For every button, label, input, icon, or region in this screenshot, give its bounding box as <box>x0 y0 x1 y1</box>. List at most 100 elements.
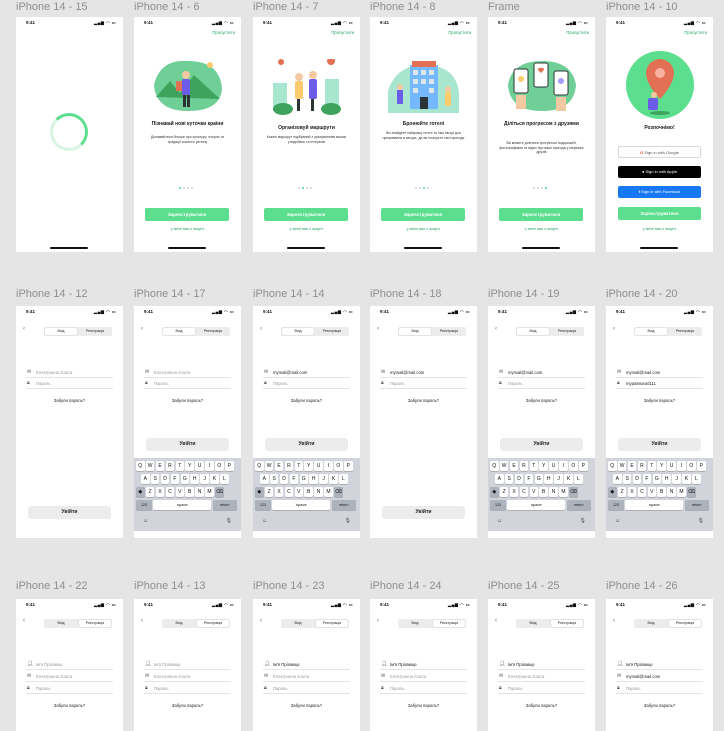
tab-login[interactable]: Вхід <box>163 620 195 627</box>
password-field[interactable]: 🔒︎ Пароль <box>498 684 585 694</box>
tab-register[interactable]: Реєстрація <box>79 620 111 627</box>
key[interactable]: G <box>652 474 662 484</box>
key[interactable]: P <box>344 461 353 471</box>
tab-login[interactable]: Вхід <box>399 328 431 335</box>
email-field[interactable]: ✉ mymail@mail.com <box>263 368 350 378</box>
back-chevron-icon[interactable]: ‹ <box>377 618 379 624</box>
back-chevron-icon[interactable]: ‹ <box>495 326 497 332</box>
key[interactable]: Z <box>499 487 509 497</box>
tab-register[interactable]: Реєстрація <box>433 328 465 335</box>
key[interactable]: T <box>647 461 657 471</box>
delete-key[interactable]: ⌫ <box>215 487 224 497</box>
forgot-password-link[interactable]: Забули пароль? <box>16 398 123 403</box>
key[interactable]: D <box>632 474 642 484</box>
key[interactable]: S <box>269 474 279 484</box>
login-button[interactable]: Увійти <box>500 438 583 451</box>
space-key[interactable]: space <box>272 500 331 510</box>
skip-link[interactable]: Пропустити <box>331 30 354 35</box>
back-chevron-icon[interactable]: ‹ <box>141 326 143 332</box>
key[interactable]: T <box>529 461 539 471</box>
key[interactable]: B <box>657 487 666 497</box>
key[interactable]: K <box>210 474 219 484</box>
skip-link[interactable]: Пропустити <box>448 30 471 35</box>
password-field[interactable]: 🔒︎ Пароль <box>263 684 350 694</box>
key[interactable]: X <box>155 487 165 497</box>
tab-login[interactable]: Вхід <box>282 620 314 627</box>
key[interactable]: G <box>299 474 309 484</box>
key[interactable]: Q <box>490 461 499 471</box>
forgot-password-link[interactable]: Забули пароль? <box>488 703 595 708</box>
key[interactable]: M <box>559 487 568 497</box>
key[interactable]: Z <box>145 487 155 497</box>
key[interactable]: Q <box>608 461 617 471</box>
key[interactable]: S <box>504 474 514 484</box>
key[interactable]: F <box>170 474 180 484</box>
back-chevron-icon[interactable]: ‹ <box>377 326 379 332</box>
forgot-password-link[interactable]: Забули пароль? <box>16 703 123 708</box>
key[interactable]: J <box>319 474 328 484</box>
key[interactable]: L <box>220 474 229 484</box>
numbers-key[interactable]: 123 <box>608 500 624 510</box>
key[interactable]: H <box>662 474 671 484</box>
have-account-link[interactable]: у мене вже є акаунт <box>606 227 713 231</box>
key[interactable]: W <box>499 461 509 471</box>
key[interactable]: H <box>309 474 318 484</box>
key[interactable]: D <box>279 474 289 484</box>
key[interactable]: Y <box>657 461 666 471</box>
forgot-password-link[interactable]: Забули пароль? <box>134 398 241 403</box>
return-key[interactable]: return <box>684 500 709 510</box>
back-chevron-icon[interactable]: ‹ <box>23 326 25 332</box>
login-button[interactable]: Увійти <box>265 438 348 451</box>
key[interactable]: D <box>514 474 524 484</box>
key[interactable]: A <box>613 474 622 484</box>
key[interactable]: E <box>627 461 637 471</box>
key[interactable]: Y <box>304 461 313 471</box>
password-field[interactable]: 🔒︎ Пароль <box>498 379 585 389</box>
key[interactable]: W <box>264 461 274 471</box>
shift-key[interactable]: ◆ <box>255 487 264 497</box>
signup-button[interactable]: Зареєструватися <box>499 208 583 221</box>
key[interactable]: K <box>682 474 691 484</box>
key[interactable]: V <box>529 487 539 497</box>
email-field[interactable]: ✉ Електронна пошта <box>144 368 231 378</box>
delete-key[interactable]: ⌫ <box>569 487 578 497</box>
password-field[interactable]: 🔒︎ Пароль <box>26 684 113 694</box>
key[interactable]: S <box>150 474 160 484</box>
key[interactable]: C <box>284 487 294 497</box>
delete-key[interactable]: ⌫ <box>687 487 696 497</box>
key[interactable]: A <box>260 474 269 484</box>
password-field[interactable]: 🔒︎ Пароль <box>616 684 703 694</box>
key[interactable]: P <box>697 461 706 471</box>
key[interactable]: W <box>145 461 155 471</box>
tab-register[interactable]: Реєстрація <box>79 328 111 335</box>
return-key[interactable]: return <box>331 500 356 510</box>
key[interactable]: Q <box>136 461 145 471</box>
emoji-icon[interactable]: ☺ <box>143 518 148 524</box>
email-field[interactable]: ✉ Електронна пошта <box>144 672 231 682</box>
key[interactable]: U <box>549 461 558 471</box>
email-field[interactable]: ✉ mymail@mail.com <box>498 368 585 378</box>
key[interactable]: C <box>519 487 529 497</box>
key[interactable]: O <box>687 461 696 471</box>
name-field[interactable]: 👤︎ Ім'я Прізвище <box>144 660 231 670</box>
name-field[interactable]: 👤︎ Ім'я Прізвище <box>26 660 113 670</box>
forgot-password-link[interactable]: Забули пароль? <box>134 703 241 708</box>
key[interactable]: P <box>579 461 588 471</box>
key[interactable]: D <box>160 474 170 484</box>
key[interactable]: M <box>324 487 333 497</box>
microphone-icon[interactable]: 🎙 <box>580 518 586 524</box>
password-field[interactable]: 🔒︎ mypassword111 <box>616 379 703 389</box>
back-chevron-icon[interactable]: ‹ <box>260 618 262 624</box>
return-key[interactable]: return <box>566 500 591 510</box>
numbers-key[interactable]: 123 <box>136 500 152 510</box>
key[interactable]: Q <box>255 461 264 471</box>
key[interactable]: G <box>180 474 190 484</box>
key[interactable]: H <box>544 474 553 484</box>
have-account-link[interactable]: у мене вже є акаунт <box>134 227 241 231</box>
key[interactable]: O <box>569 461 578 471</box>
login-button[interactable]: Увійти <box>618 438 701 451</box>
back-chevron-icon[interactable]: ‹ <box>613 618 615 624</box>
password-field[interactable]: 🔒︎ Пароль <box>144 684 231 694</box>
key[interactable]: L <box>574 474 583 484</box>
password-field[interactable]: 🔒︎ Пароль <box>26 379 113 389</box>
